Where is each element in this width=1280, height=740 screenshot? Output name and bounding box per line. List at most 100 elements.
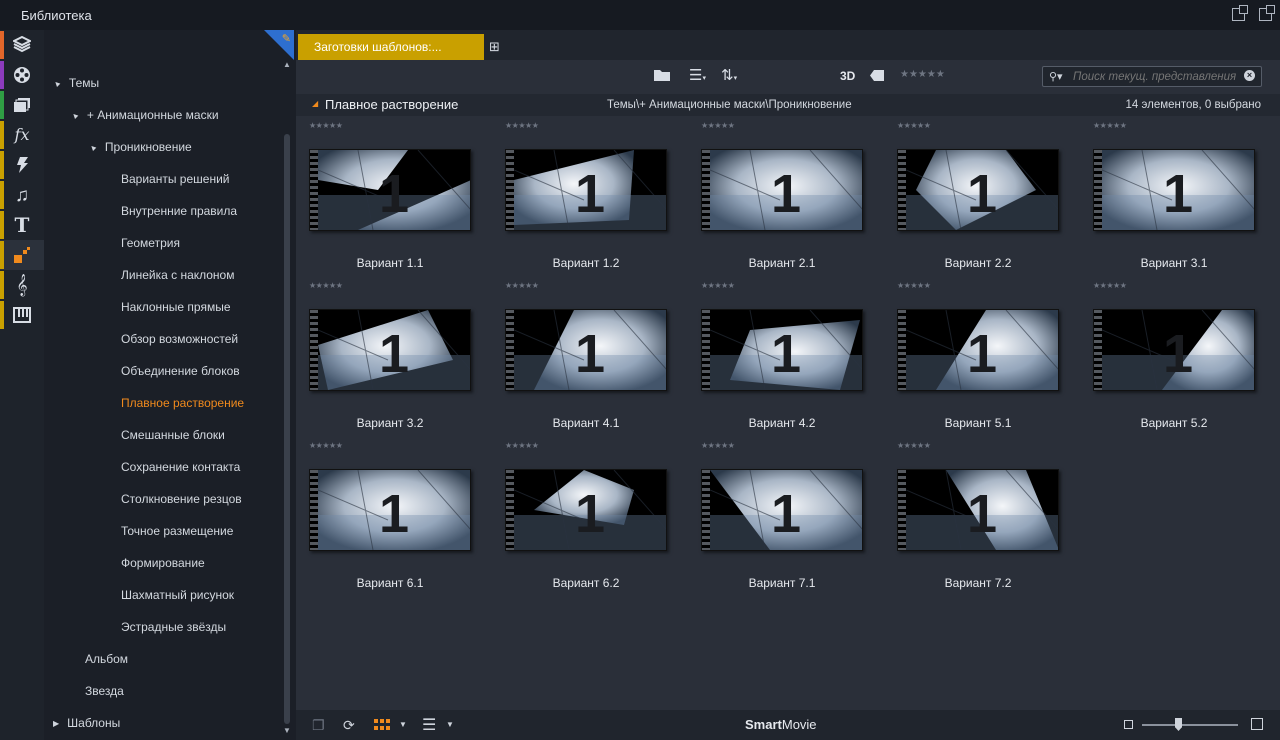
- thumbnail-image[interactable]: 1: [897, 469, 1059, 551]
- thumbnail-tile[interactable]: ★★★★★ 1 Вариант 2.1: [688, 116, 863, 276]
- item-rating[interactable]: ★★★★★: [505, 121, 539, 130]
- thumbnail-tile[interactable]: ★★★★★ 1 Вариант 1.1: [296, 116, 471, 276]
- sort-icon[interactable]: ⇅▾: [721, 66, 737, 84]
- search-icon[interactable]: ⚲▾: [1049, 70, 1063, 83]
- zoom-in-icon[interactable]: [1251, 718, 1263, 730]
- zoom-slider-thumb[interactable]: [1175, 718, 1182, 731]
- rating-filter[interactable]: ★★★★★: [900, 69, 945, 80]
- list-view-icon[interactable]: ☰▾: [689, 66, 706, 84]
- category-photo-stack[interactable]: [0, 90, 44, 120]
- thumbnail-tile[interactable]: ★★★★★ 1 Вариант 5.1: [884, 276, 1059, 436]
- expanded-triangle-icon[interactable]: ▲: [69, 110, 81, 122]
- restore-icon[interactable]: [1259, 5, 1275, 21]
- tree-item[interactable]: Геометрия: [121, 236, 180, 250]
- category-title-t[interactable]: T: [0, 210, 44, 240]
- item-rating[interactable]: ★★★★★: [897, 441, 931, 450]
- item-rating[interactable]: ★★★★★: [897, 121, 931, 130]
- tree-item[interactable]: Линейка с наклоном: [121, 268, 234, 282]
- item-rating[interactable]: ★★★★★: [701, 441, 735, 450]
- category-box[interactable]: [0, 30, 44, 60]
- duplicate-icon[interactable]: ❐: [312, 717, 325, 734]
- tree-item[interactable]: Точное размещение: [121, 524, 233, 538]
- item-rating[interactable]: ★★★★★: [309, 281, 343, 290]
- thumbnail-tile[interactable]: ★★★★★ 1 Вариант 1.2: [492, 116, 667, 276]
- pin-icon[interactable]: ✎: [282, 32, 291, 45]
- tree-item[interactable]: ▲ Темы: [51, 76, 99, 90]
- collapsed-triangle-icon[interactable]: ▶: [53, 719, 59, 728]
- tree-item[interactable]: Эстрадные звёзды: [121, 620, 226, 634]
- category-treble-clef[interactable]: 𝄞: [0, 270, 44, 300]
- thumbnail-image[interactable]: 1: [309, 469, 471, 551]
- item-rating[interactable]: ★★★★★: [505, 441, 539, 450]
- thumbnail-image[interactable]: 1: [897, 309, 1059, 391]
- tree-item[interactable]: Альбом: [85, 652, 128, 666]
- thumbnail-image[interactable]: 1: [309, 309, 471, 391]
- tree-item[interactable]: Шахматный рисунок: [121, 588, 234, 602]
- thumbnail-tile[interactable]: ★★★★★ 1 Вариант 6.1: [296, 436, 471, 596]
- tree-item[interactable]: ▲ + Анимационные маски: [69, 108, 219, 122]
- item-rating[interactable]: ★★★★★: [897, 281, 931, 290]
- thumbnail-tile[interactable]: ★★★★★ 1 Вариант 2.2: [884, 116, 1059, 276]
- new-tab-icon[interactable]: ⊞: [489, 39, 500, 55]
- tree-item[interactable]: Варианты решений: [121, 172, 230, 186]
- tree-scrollbar[interactable]: ▲ ▼: [283, 60, 291, 738]
- item-rating[interactable]: ★★★★★: [701, 281, 735, 290]
- scroll-up-icon[interactable]: ▲: [283, 60, 291, 72]
- thumbnail-tile[interactable]: ★★★★★ 1 Вариант 4.2: [688, 276, 863, 436]
- category-film-reel[interactable]: [0, 60, 44, 90]
- grid-view-caret-icon[interactable]: ▼: [399, 720, 407, 729]
- details-view-icon[interactable]: ☰: [422, 715, 436, 735]
- category-montage[interactable]: [0, 240, 44, 270]
- tree-item[interactable]: Смешанные блоки: [121, 428, 225, 442]
- category-music-note[interactable]: ♫: [0, 180, 44, 210]
- thumbnail-tile[interactable]: ★★★★★ 1 Вариант 7.1: [688, 436, 863, 596]
- thumbnail-image[interactable]: 1: [701, 469, 863, 551]
- grid-view-icon[interactable]: [374, 718, 390, 734]
- thumbnail-image[interactable]: 1: [505, 309, 667, 391]
- category-fx[interactable]: fx: [0, 120, 44, 150]
- thumbnail-image[interactable]: 1: [505, 149, 667, 231]
- item-rating[interactable]: ★★★★★: [309, 121, 343, 130]
- zoom-out-icon[interactable]: [1124, 720, 1133, 729]
- thumbnail-tile[interactable]: ★★★★★ 1 Вариант 4.1: [492, 276, 667, 436]
- tree-item[interactable]: Сохранение контакта: [121, 460, 240, 474]
- thumbnail-image[interactable]: 1: [1093, 149, 1255, 231]
- thumbnail-tile[interactable]: ★★★★★ 1 Вариант 3.2: [296, 276, 471, 436]
- thumbnail-tile[interactable]: ★★★★★ 1 Вариант 7.2: [884, 436, 1059, 596]
- thumbnail-tile[interactable]: ★★★★★ 1 Вариант 5.2: [1080, 276, 1255, 436]
- undock-icon[interactable]: [1232, 5, 1248, 21]
- thumbnail-image[interactable]: 1: [505, 469, 667, 551]
- tree-item[interactable]: ▲ Проникновение: [87, 140, 192, 154]
- search-input[interactable]: [1073, 68, 1245, 85]
- tree-item[interactable]: Формирование: [121, 556, 205, 570]
- tree-item[interactable]: Звезда: [85, 684, 124, 698]
- expanded-triangle-icon[interactable]: ▲: [51, 78, 63, 90]
- tag-icon[interactable]: [870, 69, 884, 84]
- item-rating[interactable]: ★★★★★: [1093, 121, 1127, 130]
- zoom-slider[interactable]: [1142, 724, 1238, 726]
- tree-item[interactable]: Наклонные прямые: [121, 300, 231, 314]
- thumbnail-image[interactable]: 1: [1093, 309, 1255, 391]
- scrollbar-thumb[interactable]: [284, 134, 290, 724]
- folder-icon[interactable]: [654, 68, 670, 84]
- tree-item[interactable]: Внутренние правила: [121, 204, 237, 218]
- item-rating[interactable]: ★★★★★: [505, 281, 539, 290]
- tree-item[interactable]: Плавное растворение: [121, 396, 244, 410]
- smartmovie-button[interactable]: SmartMovie: [745, 717, 817, 732]
- refresh-icon[interactable]: ⟳: [343, 717, 355, 734]
- thumbnail-image[interactable]: 1: [701, 309, 863, 391]
- collapse-icon[interactable]: ◢: [312, 99, 318, 108]
- clear-search-icon[interactable]: ×: [1244, 70, 1255, 81]
- thumbnail-tile[interactable]: ★★★★★ 1 Вариант 6.2: [492, 436, 667, 596]
- category-lightning[interactable]: [0, 150, 44, 180]
- thumbnail-image[interactable]: 1: [897, 149, 1059, 231]
- tree-item[interactable]: Обзор возможностей: [121, 332, 238, 346]
- tree-item[interactable]: ▶ Шаблоны: [53, 716, 120, 730]
- item-rating[interactable]: ★★★★★: [1093, 281, 1127, 290]
- tree-item[interactable]: Объединение блоков: [121, 364, 240, 378]
- tab-presets[interactable]: Заготовки шаблонов:...: [298, 34, 484, 60]
- 3d-filter-button[interactable]: 3D: [840, 69, 855, 83]
- tree-item[interactable]: Столкновение резцов: [121, 492, 242, 506]
- details-view-caret-icon[interactable]: ▼: [446, 720, 454, 729]
- item-rating[interactable]: ★★★★★: [701, 121, 735, 130]
